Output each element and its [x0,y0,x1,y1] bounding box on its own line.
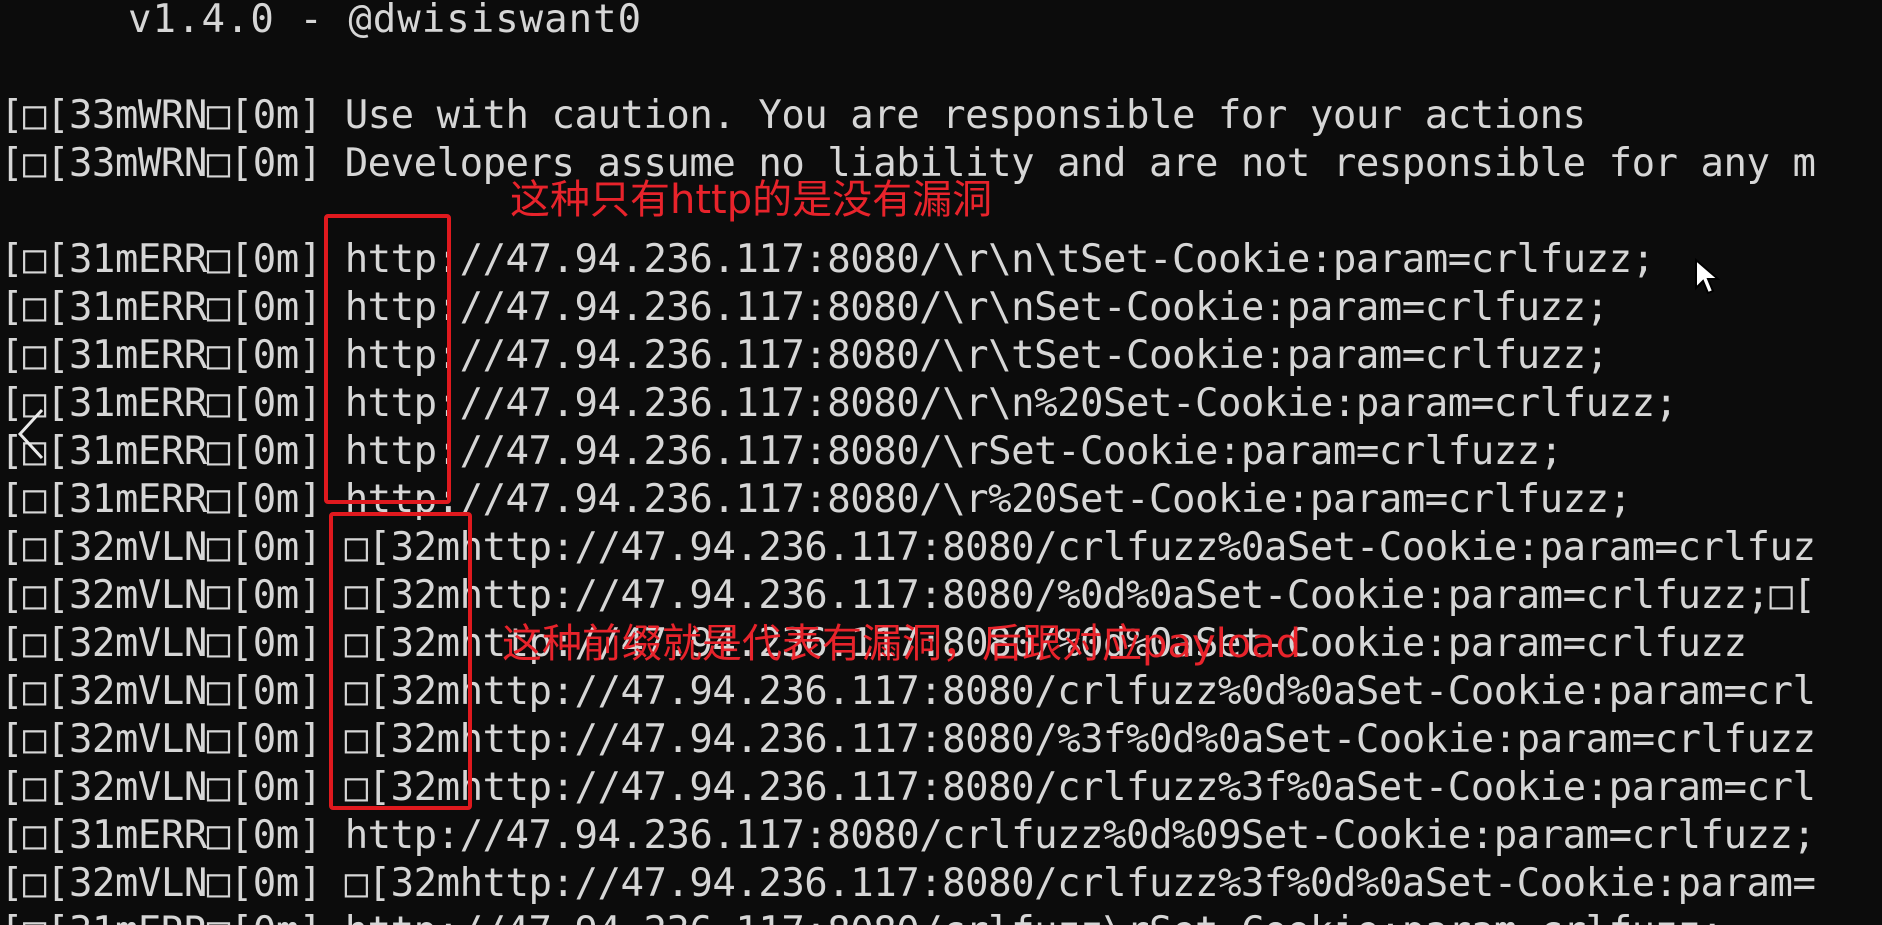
log-line-error: [□[31mERR□[0m] http://47.94.236.117:8080… [0,429,1563,474]
log-line-error: [□[31mERR□[0m] http://47.94.236.117:8080… [0,908,1724,925]
log-line-vuln: [□[32mVLN□[0m] □[32mhttp://47.94.236.117… [0,669,1816,714]
chevron-left-icon[interactable] [12,404,52,464]
mouse-pointer-icon [1695,258,1720,295]
log-line-error: [□[31mERR□[0m] http://47.94.236.117:8080… [0,813,1816,858]
log-line-vuln: [□[32mVLN□[0m] □[32mhttp://47.94.236.117… [0,765,1816,810]
annotation-vuln-prefix: 这种前缀就是代表有漏洞，后跟对应payload [502,621,1302,667]
log-line-vuln: [□[32mVLN□[0m] □[32mhttp://47.94.236.117… [0,525,1816,570]
log-line-error: [□[31mERR□[0m] http://47.94.236.117:8080… [0,333,1609,378]
highlight-box-http [324,214,451,504]
tool-version-banner: v1.4.0 - @dwisiswant0 [128,0,643,42]
annotation-http-only: 这种只有http的是没有漏洞 [510,177,993,223]
log-line-error: [□[31mERR□[0m] http://47.94.236.117:8080… [0,237,1655,282]
log-line-warn: [□[33mWRN□[0m] Use with caution. You are… [0,93,1586,138]
log-line-error: [□[31mERR□[0m] http://47.94.236.117:8080… [0,285,1609,330]
log-line-vuln: [□[32mVLN□[0m] □[32mhttp://47.94.236.117… [0,861,1816,906]
terminal-window: v1.4.0 - @dwisiswant0 [□[33mWRN□[0m] Use… [0,0,1882,925]
highlight-box-vuln-prefix [329,512,472,810]
log-line-error: [□[31mERR□[0m] http://47.94.236.117:8080… [0,477,1632,522]
log-line-vuln: [□[32mVLN□[0m] □[32mhttp://47.94.236.117… [0,717,1816,762]
log-line-vuln: [□[32mVLN□[0m] □[32mhttp://47.94.236.117… [0,573,1816,618]
log-line-error: [□[31mERR□[0m] http://47.94.236.117:8080… [0,381,1678,426]
